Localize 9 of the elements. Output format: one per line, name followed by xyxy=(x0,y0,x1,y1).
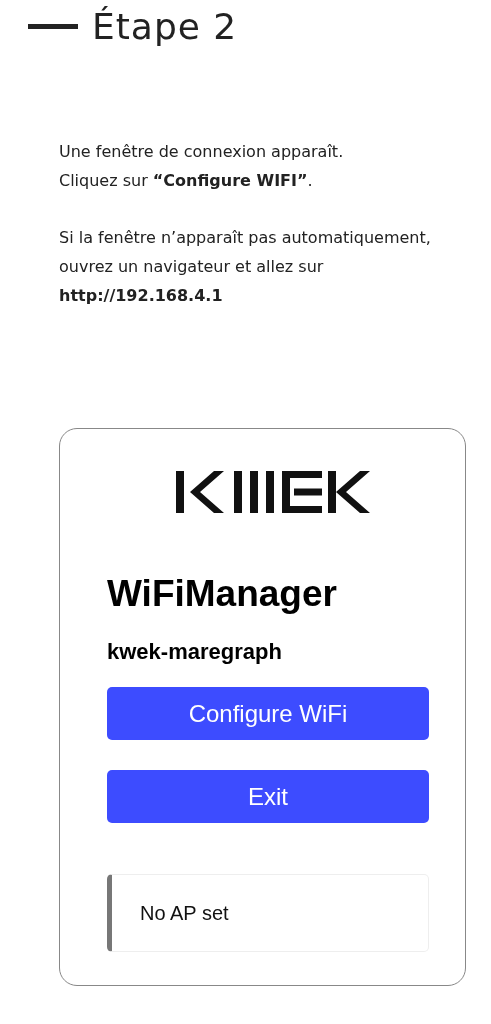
status-message: No AP set xyxy=(107,874,429,952)
instruction-paragraph: Une fenêtre de connexion apparaît. Cliquez sur “Configure WIFI”. xyxy=(59,141,345,192)
instruction-paragraph: Si la fenêtre n’apparaît pas automatiquement, ouvrez un navigateur et allez sur http://192.168.4.1 xyxy=(59,227,432,307)
configure-button[interactable]: Configure WiFi xyxy=(107,687,429,740)
step-title: Étape 2 xyxy=(92,6,238,47)
heading-dash xyxy=(28,24,78,29)
app-title: WiFiManager xyxy=(107,573,338,615)
exit-button[interactable]: Exit xyxy=(107,770,429,823)
device-name: kwek-maregraph xyxy=(107,639,283,665)
